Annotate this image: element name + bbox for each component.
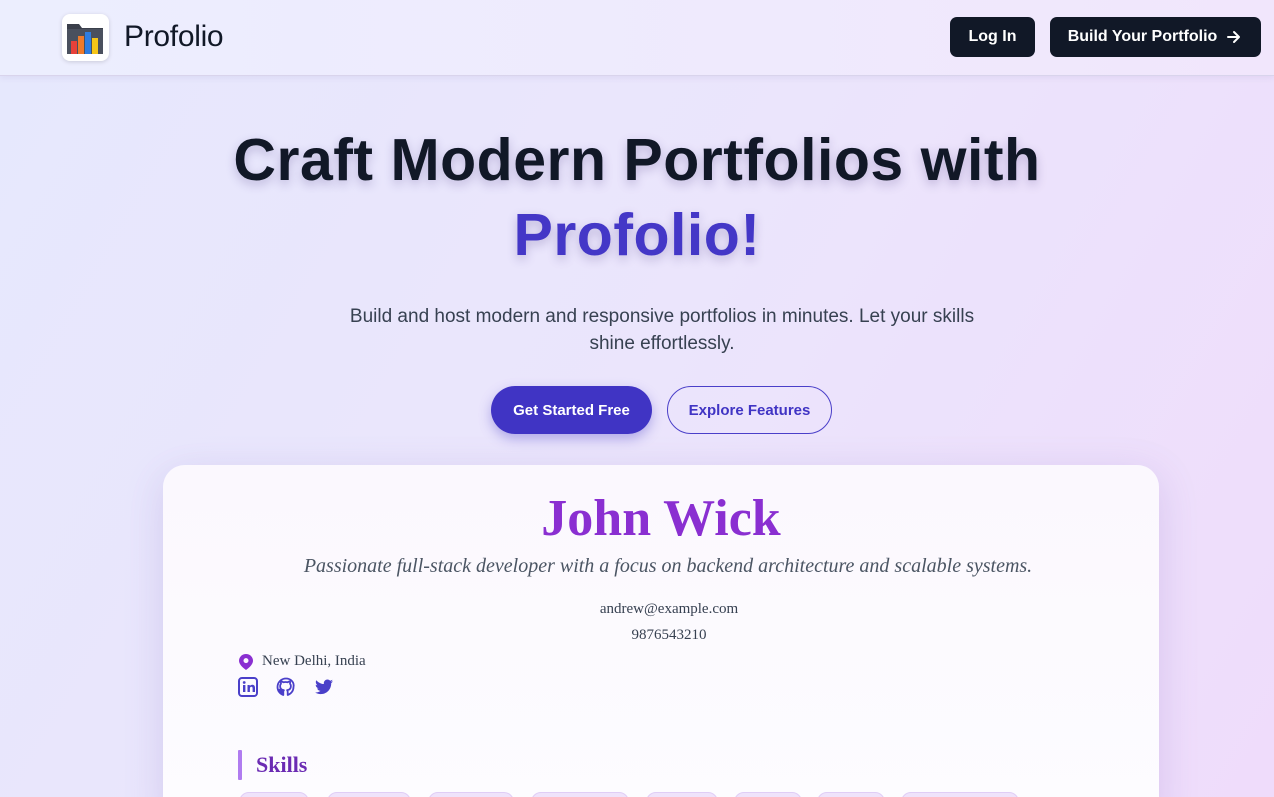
skills-accent-bar	[238, 750, 242, 780]
hero-subtitle: Build and host modern and responsive por…	[349, 306, 975, 354]
portfolio-preview-card: John Wick Passionate full-stack develope…	[163, 465, 1159, 797]
arrow-right-icon	[1227, 31, 1241, 43]
top-nav: Profolio Log In Build Your Portfolio	[0, 0, 1274, 76]
brand-logo[interactable]	[62, 14, 109, 61]
hero-title-brand: Profolio!	[513, 202, 761, 268]
skill-chip	[531, 792, 629, 797]
linkedin-icon[interactable]	[238, 677, 258, 697]
bar-chart-folder-icon	[67, 24, 103, 54]
portfolio-name: John Wick	[541, 490, 781, 547]
hero-title: Craft Modern Portfolios with	[233, 127, 1041, 193]
skill-chip	[327, 792, 411, 797]
github-icon[interactable]	[276, 677, 296, 697]
skill-chip	[646, 792, 718, 797]
brand-name[interactable]: Profolio	[124, 20, 224, 54]
portfolio-tagline: Passionate full-stack developer with a f…	[303, 555, 1033, 577]
skill-chip	[239, 792, 309, 797]
build-portfolio-button[interactable]: Build Your Portfolio	[1050, 17, 1261, 57]
skill-chip	[734, 792, 802, 797]
social-links	[238, 677, 334, 697]
portfolio-location: New Delhi, India	[239, 653, 366, 670]
location-text: New Delhi, India	[262, 653, 366, 669]
skill-chip	[817, 792, 885, 797]
portfolio-email[interactable]: andrew@example.com	[163, 601, 1175, 618]
skills-heading: Skills	[256, 752, 308, 777]
twitter-icon[interactable]	[314, 677, 334, 697]
get-started-button[interactable]: Get Started Free	[491, 386, 652, 434]
skill-chip	[428, 792, 514, 797]
map-pin-icon	[239, 653, 253, 670]
build-portfolio-label: Build Your Portfolio	[1067, 28, 1218, 45]
login-button[interactable]: Log In	[950, 17, 1035, 57]
skill-chip	[901, 792, 1019, 797]
explore-features-button[interactable]: Explore Features	[667, 386, 832, 434]
portfolio-phone: 9876543210	[631, 627, 707, 643]
